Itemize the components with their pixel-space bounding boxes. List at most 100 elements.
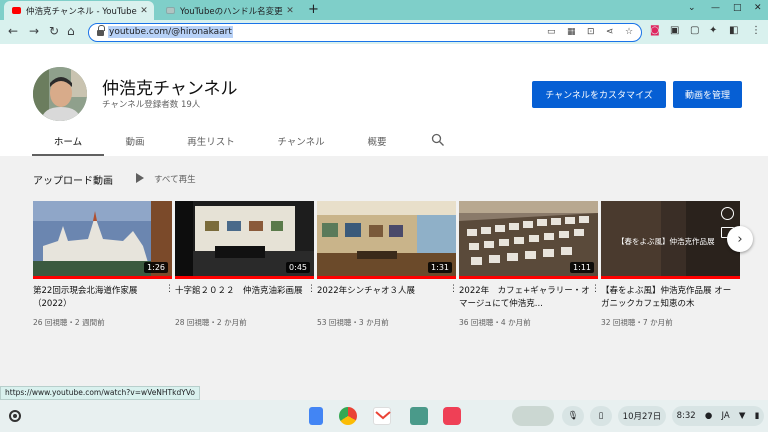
manage-videos-button[interactable]: 動画を管理: [673, 81, 742, 108]
video-title[interactable]: 第22回示現会北海道作家展（2022）: [33, 285, 172, 311]
video-meta: 32 回視聴・7 か月前: [601, 318, 673, 327]
video-title[interactable]: 【春をよぶ風】仲浩克作品展 オーガニックカフェ知恵の木: [601, 285, 740, 311]
tote-thumbnail[interactable]: [512, 406, 554, 426]
search-icon[interactable]: [431, 133, 445, 147]
close-tab-icon[interactable]: ✕: [138, 6, 150, 16]
tab-youtube-channel[interactable]: 仲浩克チャンネル - YouTube ✕: [4, 1, 154, 20]
tab-youtube-handle[interactable]: YouTubeのハンドル名変更しよう ✕: [158, 1, 300, 20]
video-thumbnail[interactable]: 0:45: [175, 201, 314, 279]
extensions-puzzle-icon[interactable]: ✦: [709, 25, 717, 36]
close-window-icon[interactable]: ✕: [754, 3, 762, 13]
microphone-icon[interactable]: 🎙: [562, 406, 584, 426]
lock-icon[interactable]: [97, 25, 105, 36]
video-thumbnail[interactable]: 【春をよぶ風】仲浩克作品展: [601, 201, 740, 279]
customize-channel-button[interactable]: チャンネルをカスタマイズ: [532, 81, 666, 108]
watch-progress-bar: [601, 276, 740, 279]
video-card[interactable]: 1:31 2022年シンチャオ３人展 53 回視聴・3 か月前 ⋮: [317, 201, 458, 328]
tab-videos[interactable]: 動画: [99, 134, 171, 156]
section-title: アップロード動画: [33, 176, 113, 187]
status-bar-link: https://www.youtube.com/watch?v=wVeNHTkd…: [0, 386, 200, 400]
browser-tab-strip: 仲浩克チャンネル - YouTube ✕ YouTubeのハンドル名変更しよう …: [0, 0, 768, 20]
watch-progress-bar: [317, 276, 456, 279]
video-thumbnail[interactable]: 1:31: [317, 201, 456, 279]
gmail-icon[interactable]: [373, 407, 391, 425]
app-icon[interactable]: [410, 407, 428, 425]
video-duration: 1:31: [428, 262, 452, 273]
play-all-button[interactable]: すべて再生: [136, 173, 196, 185]
tab-home[interactable]: ホーム: [32, 134, 104, 156]
screen: 仲浩克チャンネル - YouTube ✕ YouTubeのハンドル名変更しよう …: [0, 0, 768, 432]
address-bar[interactable]: youtube.com/@hironakaart ▭ ▦ ⊡ ⋖ ☆: [88, 23, 642, 42]
chevron-right-icon: ›: [737, 231, 743, 247]
channel-name: 仲浩克チャンネル: [102, 79, 238, 99]
video-title[interactable]: 2022年シンチャオ３人展: [317, 285, 456, 311]
channel-avatar[interactable]: [33, 67, 87, 121]
install-app-icon[interactable]: ⊡: [587, 27, 595, 37]
side-panel-icon[interactable]: ◧: [729, 25, 738, 36]
home-icon[interactable]: ⌂: [67, 24, 75, 38]
google-docs-icon[interactable]: [309, 407, 323, 425]
video-card[interactable]: 1:26 第22回示現会北海道作家展（2022） 26 回視聴・2 週間前 ⋮: [33, 201, 174, 328]
system-tray[interactable]: 8:32 ● JA ▼ ▮: [672, 406, 764, 426]
play-all-label: すべて再生: [154, 175, 196, 185]
qr-code-icon[interactable]: ▦: [567, 27, 576, 37]
video-card[interactable]: 0:45 十字館２０２２ 仲浩克油彩画展 28 回視聴・2 か月前 ⋮: [175, 201, 316, 328]
notification-icon: ●: [704, 411, 713, 421]
watch-progress-bar: [175, 276, 314, 279]
video-title[interactable]: 2022年 カフェ+ギャラリー・オマージュにて仲浩克...: [459, 285, 598, 311]
watch-progress-bar: [33, 276, 172, 279]
thumbnail-caption: 【春をよぶ風】仲浩克作品展: [617, 237, 715, 246]
tab-playlists[interactable]: 再生リスト: [175, 134, 247, 156]
chrome-icon[interactable]: [339, 407, 357, 425]
video-title[interactable]: 十字館２０２２ 仲浩克油彩画展: [175, 285, 314, 311]
forward-arrow-icon[interactable]: →: [29, 24, 39, 38]
tab-channels[interactable]: チャンネル: [265, 134, 337, 156]
pocket-icon[interactable]: ◙: [650, 25, 660, 36]
tab-about[interactable]: 概要: [341, 134, 413, 156]
date-display[interactable]: 10月27日: [618, 406, 666, 426]
tab-title: 仲浩克チャンネル - YouTube: [26, 6, 137, 17]
battery-icon: ▮: [754, 411, 760, 421]
pocket-app-icon[interactable]: [443, 407, 461, 425]
play-icon: [136, 173, 144, 183]
uploads-section: アップロード動画 すべて再生 1:26 第22回示現会北海道作家展（2022） …: [0, 156, 768, 386]
video-card[interactable]: 1:11 2022年 カフェ+ギャラリー・オマージュにて仲浩克... 36 回視…: [459, 201, 600, 328]
tab-search-icon[interactable]: ⌄: [688, 3, 696, 13]
video-duration: 1:11: [570, 262, 594, 273]
back-arrow-icon[interactable]: ←: [8, 24, 18, 38]
video-menu-icon[interactable]: ⋮: [449, 284, 458, 294]
reload-icon[interactable]: ↻: [49, 24, 59, 38]
more-menu-icon[interactable]: ⋮: [751, 25, 761, 36]
channel-header: 仲浩克チャンネル チャンネル登録者数 19人 チャンネルをカスタマイズ 動画を管…: [0, 44, 768, 156]
video-menu-icon[interactable]: ⋮: [591, 284, 600, 294]
os-shelf: 🎙 ▯ 10月27日 8:32 ● JA ▼ ▮: [0, 400, 768, 432]
video-thumbnail[interactable]: 1:11: [459, 201, 598, 279]
share-icon[interactable]: ⋖: [606, 27, 614, 37]
video-menu-icon[interactable]: ⋮: [165, 284, 174, 294]
launcher-icon[interactable]: [9, 410, 21, 422]
screenshot-icon[interactable]: ▢: [690, 25, 699, 36]
new-tab-button[interactable]: +: [308, 2, 319, 17]
video-card[interactable]: 【春をよぶ風】仲浩克作品展 【春をよぶ風】仲浩克作品展 オーガニックカフェ知恵の…: [601, 201, 740, 328]
video-duration: 1:26: [144, 262, 168, 273]
page-favicon-icon: [166, 7, 175, 14]
video-meta: 36 回視聴・4 か月前: [459, 318, 531, 327]
video-thumbnail[interactable]: 1:26: [33, 201, 172, 279]
youtube-favicon-icon: [12, 7, 21, 14]
minimize-icon[interactable]: —: [711, 3, 720, 13]
video-menu-icon[interactable]: ⋮: [307, 284, 316, 294]
clock-time: 8:32: [676, 411, 696, 421]
url-text[interactable]: youtube.com/@hironakaart: [108, 26, 233, 38]
video-meta: 53 回視聴・3 か月前: [317, 318, 389, 327]
maximize-icon[interactable]: □: [733, 3, 742, 13]
extension-icon[interactable]: ▣: [670, 25, 679, 36]
watch-progress-bar: [459, 276, 598, 279]
bookmark-star-icon[interactable]: ☆: [625, 27, 633, 37]
close-tab-icon[interactable]: ✕: [284, 6, 296, 16]
cast-icon[interactable]: ▭: [547, 27, 556, 37]
video-duration: 0:45: [286, 262, 310, 273]
browser-toolbar: ← → ↻ ⌂ youtube.com/@hironakaart ▭ ▦ ⊡ ⋖…: [0, 20, 768, 44]
phone-hub-icon[interactable]: ▯: [590, 406, 612, 426]
carousel-next-button[interactable]: ›: [727, 226, 753, 252]
watch-later-icon[interactable]: [721, 207, 734, 220]
